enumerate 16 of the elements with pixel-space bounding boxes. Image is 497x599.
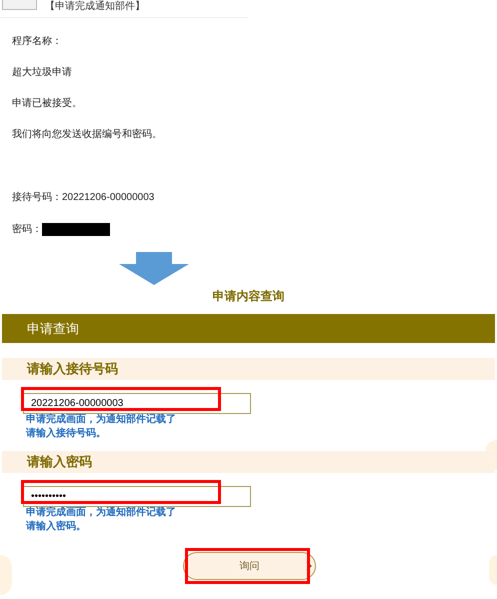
section-heading: 请输入接待号码 (2, 358, 495, 380)
inquiry-button[interactable]: 询问 (183, 552, 316, 580)
hint-text: 请输入密码。 (26, 521, 87, 532)
section-heading: 请输入密码 (2, 451, 495, 473)
page-title: 申请内容查询 (212, 288, 284, 305)
down-arrow-icon (119, 252, 189, 285)
reception-number: 接待号码：20221206-00000003 (12, 192, 156, 204)
mail-line: 超大垃圾申请 (12, 67, 73, 79)
avatar-icon (2, 0, 37, 10)
mail-line: 申请已被接受。 (12, 98, 83, 110)
mail-line: 我们将向您发送收据编号和密码。 (12, 129, 163, 141)
mail-subject: 【申请完成通知部件】 (45, 1, 145, 13)
panel-header: 申请查询 (2, 314, 495, 343)
hint-text: 请输入接待号码。 (26, 428, 107, 439)
mail-line: 程序名称： (12, 36, 63, 48)
password-label: 密码： (12, 224, 42, 236)
